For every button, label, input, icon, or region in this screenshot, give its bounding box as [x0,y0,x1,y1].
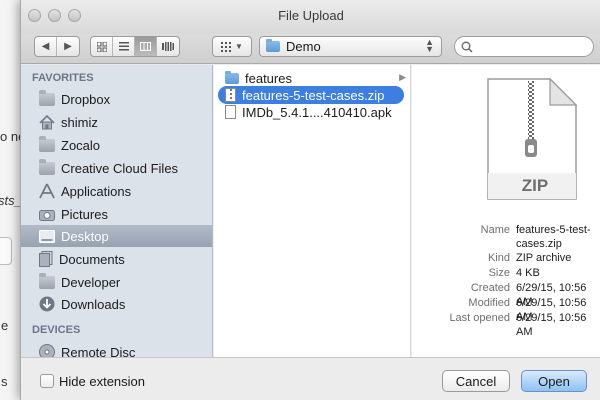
list-view-button[interactable] [113,37,135,56]
sidebar-item-remote-disc[interactable]: Remote Disc [21,341,212,358]
sidebar-item-dropbox[interactable]: Dropbox [21,88,212,110]
sidebar-item-label: Documents [59,251,125,267]
sidebar-item-label: Downloads [61,296,126,312]
location-popup[interactable]: Demo ▲ ▼ [259,36,442,57]
chevron-down-icon: ▼ [235,42,243,51]
file-icon [225,105,236,119]
background-text: sts_ [0,193,22,208]
location-label: Demo [286,39,321,54]
zip-file-icon [225,88,236,102]
desktop-icon [39,229,55,243]
document-icon [39,251,53,267]
arrange-button[interactable]: ▼ [212,36,252,57]
preview-pane: ZIP Name features-5-test- cases.zip Kind… [412,65,600,357]
sidebar-item-desktop[interactable]: Desktop [21,225,212,247]
sidebar-item-zocalo[interactable]: Zocalo [21,134,212,156]
sidebar: FAVORITES Dropbox shimiz Zocalo Creative… [21,65,213,357]
chevron-right-icon: ▶ [64,41,72,52]
search-input[interactable] [477,39,587,54]
back-button[interactable]: ◀ [35,37,57,56]
updown-arrows-icon: ▲ ▼ [425,37,434,54]
title-bar: File Upload [21,0,600,34]
applications-icon [39,183,55,199]
search-icon [461,41,473,53]
sidebar-item-shimiz[interactable]: shimiz [21,111,212,133]
folder-icon [39,135,55,152]
list-item-features-zip[interactable]: features-5-test-cases.zip [218,86,404,104]
chevron-right-icon: ▶ [399,72,406,82]
background-text: e [1,318,9,333]
download-icon [39,296,55,312]
folder-icon [39,89,55,106]
file-name: features-5-test-cases.zip [242,87,385,103]
coverflow-view-button[interactable] [157,37,179,56]
file-name: features [245,70,292,86]
list-icon [118,42,129,51]
bottom-bar: Hide extension Cancel Open [21,357,600,400]
zip-icon-label: ZIP [521,176,549,195]
search-field[interactable] [454,36,594,57]
camera-icon [39,209,55,221]
column-view-button[interactable] [135,37,157,56]
file-name: IMDb_5.4.1....410410.apk [242,104,392,120]
hide-extension-label: Hide extension [59,374,145,389]
file-upload-dialog: File Upload ◀ ▶ ▼ Demo ▲ ▼ FAVORITES Dro… [20,0,600,400]
background-field [0,237,12,265]
sidebar-item-pictures[interactable]: Pictures [21,203,212,225]
chevron-left-icon: ◀ [41,41,50,52]
sidebar-item-documents[interactable]: Documents [21,248,212,270]
folder-icon [39,158,55,175]
view-mode-buttons [90,36,180,57]
sidebar-item-developer[interactable]: Developer [21,271,212,293]
icon-view-button[interactable] [91,37,113,56]
hide-extension-checkbox[interactable] [40,374,54,388]
back-forward-buttons: ◀ ▶ [34,36,80,57]
disc-icon [39,344,55,357]
home-icon [39,114,55,129]
sidebar-item-label: Desktop [61,228,109,244]
window-title: File Upload [278,8,344,23]
sidebar-item-label: Remote Disc [61,344,136,358]
sidebar-item-label: Applications [61,183,132,199]
coverflow-icon [162,42,174,51]
folder-icon [39,272,55,289]
favorites-heading: FAVORITES [32,72,94,84]
toolbar: ◀ ▶ ▼ Demo ▲ ▼ [21,34,600,64]
cancel-button[interactable]: Cancel [442,370,510,392]
folder-icon [266,39,280,52]
icon-grid-icon [96,41,107,52]
file-list: features ▶ features-5-test-cases.zip IMD… [214,65,411,357]
list-item-imdb-apk[interactable]: IMDb_5.4.1....410410.apk [218,103,404,121]
sidebar-item-label: Dropbox [61,91,111,107]
sidebar-item-label: Developer [61,274,121,290]
folder-icon [225,70,239,84]
columns-icon [140,42,151,51]
sidebar-item-creative-cloud-files[interactable]: Creative Cloud Files [21,157,212,179]
sidebar-item-label: Pictures [61,206,108,222]
devices-heading: DEVICES [32,324,81,336]
forward-button[interactable]: ▶ [57,37,79,56]
sidebar-item-label: shimiz [61,114,98,130]
sidebar-item-downloads[interactable]: Downloads [21,293,212,315]
background-text: s [1,374,8,389]
sidebar-item-label: Zocalo [61,137,101,153]
open-button[interactable]: Open [521,370,587,392]
list-item-features[interactable]: features ▶ [218,69,406,87]
sidebar-item-applications[interactable]: Applications [21,180,212,202]
sidebar-item-label: Creative Cloud Files [61,160,179,176]
arrange-grid-icon [221,41,232,52]
